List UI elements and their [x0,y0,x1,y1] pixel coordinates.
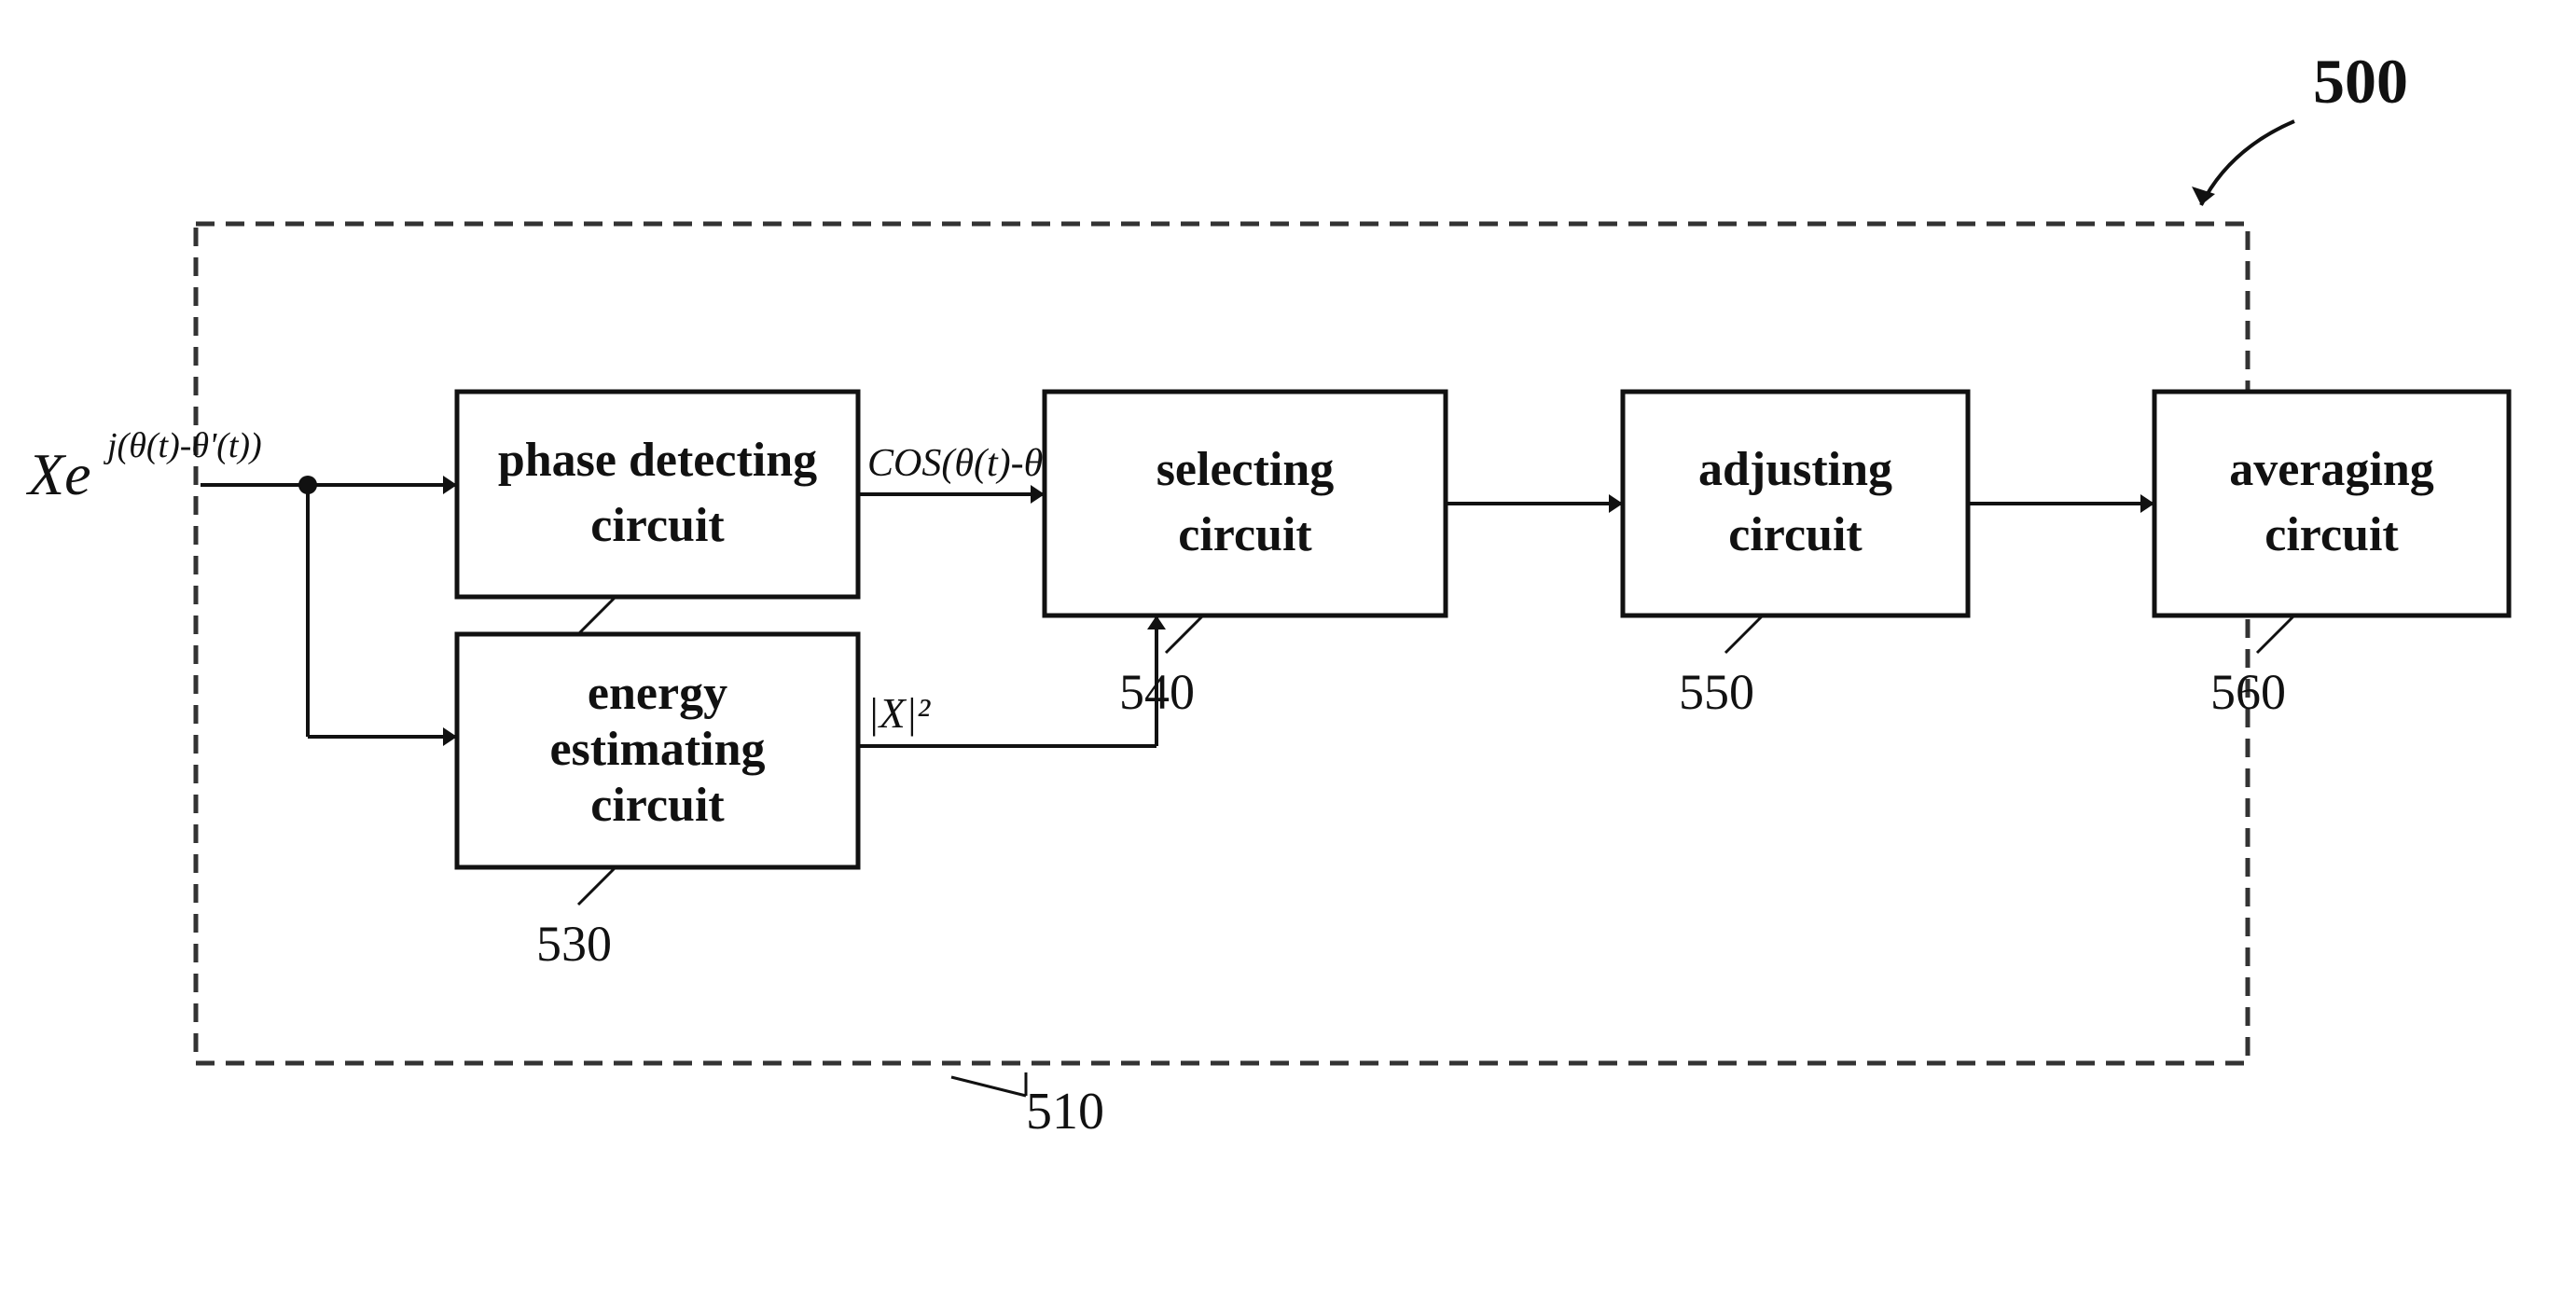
phase-detecting-box [457,392,858,597]
adjusting-label2: circuit [1728,508,1863,561]
selecting-box [1045,392,1446,615]
adjusting-label1: adjusting [1698,443,1892,496]
energy-estimating-label1: energy [588,667,727,720]
label-510: 510 [1026,1083,1104,1141]
label-530: 530 [536,916,612,972]
figure-number: 500 [2313,46,2408,117]
energy-estimating-label3: circuit [590,779,725,832]
label-540: 540 [1119,664,1195,720]
phase-detecting-label1: phase detecting [498,434,817,487]
averaging-box [2154,392,2509,615]
averaging-label1: averaging [2229,443,2434,496]
phase-detecting-label2: circuit [590,499,725,552]
energy-estimating-label2: estimating [549,723,765,776]
x2-signal-label: |X|² [867,689,931,737]
input-superscript: j(θ(t)-θ'(t)) [103,426,262,465]
selecting-label1: selecting [1156,443,1335,496]
adjusting-box [1623,392,1968,615]
averaging-label2: circuit [2264,508,2399,561]
label-560: 560 [2210,664,2286,720]
label-550: 550 [1679,664,1754,720]
diagram-container: 500 510 Xe j(θ(t)-θ'(t)) phase detecting… [0,0,2576,1295]
input-label-xe: Xe [25,441,91,507]
selecting-label2: circuit [1178,508,1312,561]
